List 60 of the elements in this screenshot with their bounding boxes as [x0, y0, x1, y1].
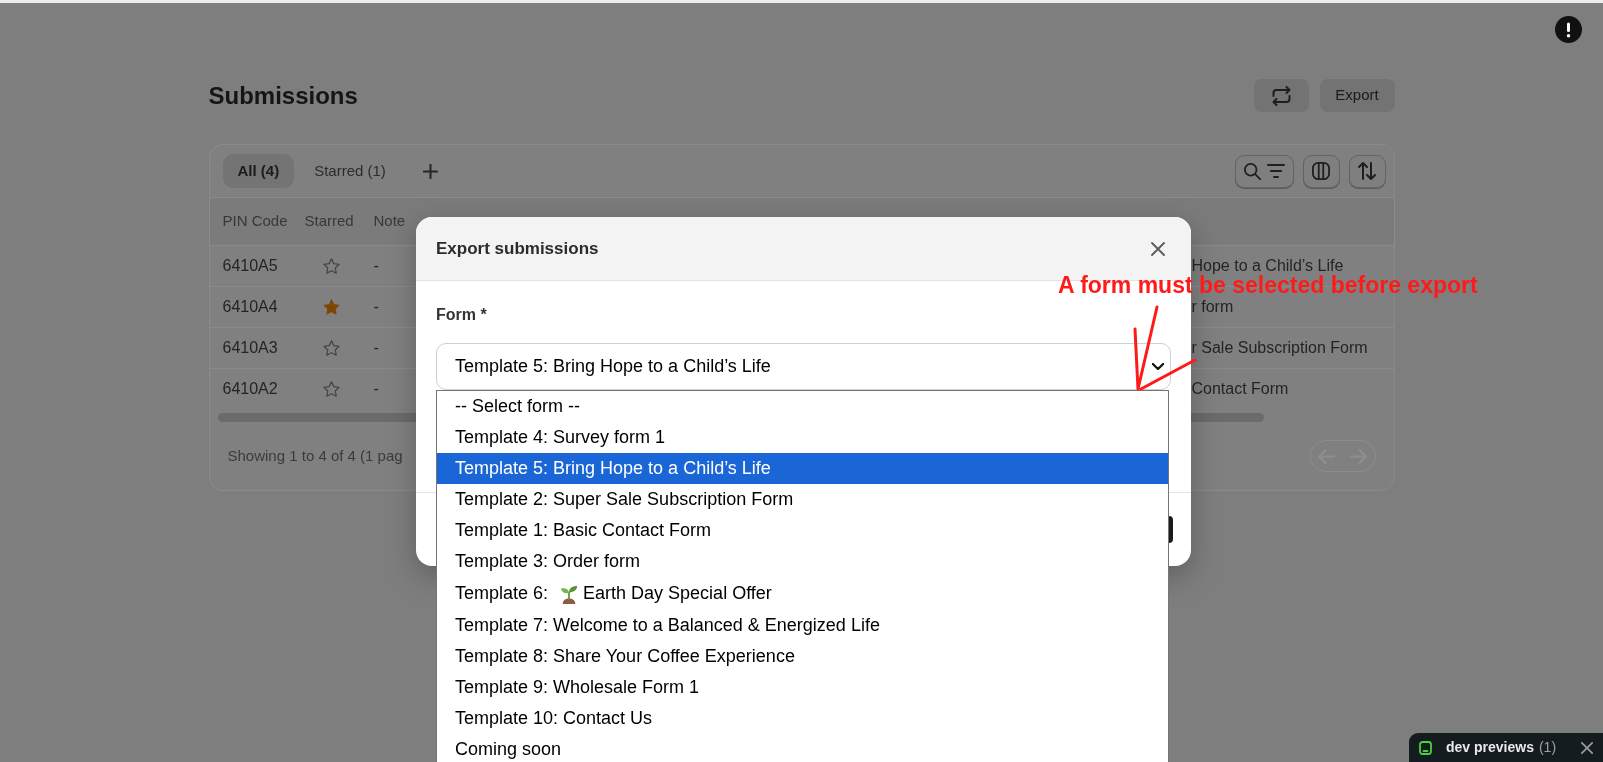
form-name-text: Contact Form: [1191, 380, 1289, 397]
pin-code-text: 6410A4: [222, 299, 279, 315]
export-button[interactable]: Export: [1319, 79, 1395, 112]
tab[interactable]: All (4): [222, 154, 295, 188]
chevron-down-icon: [1152, 363, 1164, 370]
filter-icon: [1266, 164, 1285, 178]
form-option[interactable]: Template 6: Earth Day Special Offer: [437, 577, 1168, 610]
star-icon[interactable]: [322, 258, 340, 274]
column-header: Starred: [304, 211, 355, 232]
form-name-text: Hope to a Child’s Life: [1191, 257, 1344, 274]
form-select[interactable]: Template 5: Bring Hope to a Child’s Life: [436, 343, 1171, 390]
star-icon[interactable]: [322, 340, 340, 356]
plus-icon: [423, 163, 439, 179]
sort-button[interactable]: [1348, 154, 1386, 188]
form-option[interactable]: Template 10: Contact Us: [437, 703, 1168, 734]
terminal-icon: [1419, 740, 1432, 755]
form-option[interactable]: Template 8: Share Your Coffee Experience: [437, 641, 1168, 672]
form-option[interactable]: Template 5: Bring Hope to a Child’s Life: [437, 453, 1168, 484]
note-text: -: [373, 257, 379, 274]
button-edge[interactable]: [1169, 516, 1173, 543]
star-icon[interactable]: [322, 381, 340, 397]
columns-button[interactable]: [1302, 154, 1340, 188]
form-option[interactable]: Template 2: Super Sale Subscription Form: [437, 484, 1168, 515]
pin-code-text: 6410A3: [222, 340, 279, 356]
page-title: Submissions: [208, 81, 358, 110]
close-icon: [1151, 241, 1165, 256]
form-option[interactable]: -- Select form --: [437, 391, 1168, 422]
form-option[interactable]: Template 7: Welcome to a Balanced & Energized Life: [437, 610, 1168, 641]
form-option[interactable]: Template 4: Survey form 1: [437, 422, 1168, 453]
note-text: -: [373, 380, 379, 397]
dev-previews-label: dev previews: [1446, 738, 1534, 757]
alert-icon[interactable]: [1555, 16, 1582, 43]
form-option[interactable]: Template 3: Order form: [437, 546, 1168, 577]
star-icon[interactable]: [322, 299, 340, 315]
form-name-text: r Sale Subscription Form: [1191, 339, 1368, 356]
form-name-text: r form: [1191, 298, 1234, 315]
refresh-icon: [1271, 85, 1291, 106]
form-option[interactable]: Template 9: Wholesale Form 1: [437, 672, 1168, 703]
close-button[interactable]: [1581, 741, 1593, 754]
sort-icon: [1358, 162, 1376, 180]
pagination-summary: Showing 1 to 4 of 4 (1 pag: [227, 445, 403, 466]
columns-icon: [1312, 162, 1330, 180]
pin-code-text: 6410A5: [222, 258, 279, 274]
close-icon: [1581, 741, 1593, 754]
preview-count: (1): [1538, 738, 1557, 757]
tab[interactable]: Starred (1): [297, 154, 403, 188]
column-header: Note: [373, 211, 407, 232]
pin-code-text: 6410A2: [222, 381, 279, 397]
modal-title: Export submissions: [436, 237, 599, 260]
form-option[interactable]: Coming soon: [437, 734, 1168, 762]
search-icon: [1243, 162, 1261, 180]
seedling-icon: [560, 583, 579, 604]
form-option[interactable]: Template 1: Basic Contact Form: [437, 515, 1168, 546]
search-filter-button[interactable]: [1234, 154, 1294, 188]
close-button[interactable]: [1151, 241, 1165, 256]
note-text: -: [373, 298, 379, 315]
refresh-button[interactable]: [1253, 79, 1309, 112]
column-header: PIN Code: [222, 211, 289, 232]
note-text: -: [373, 339, 379, 356]
field-label: Form *: [436, 305, 488, 325]
